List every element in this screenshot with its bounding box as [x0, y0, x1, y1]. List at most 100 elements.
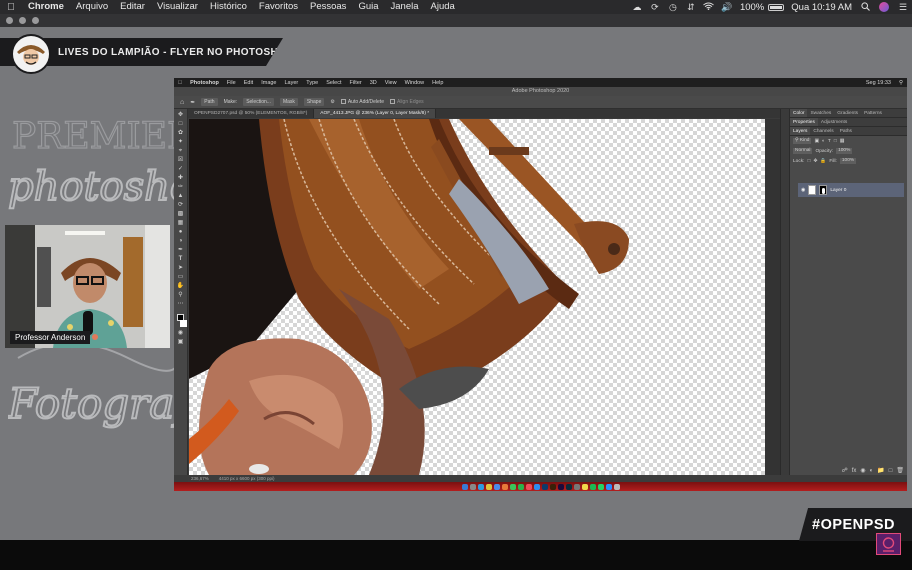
- make-shape-button[interactable]: Shape: [303, 98, 325, 106]
- zoom-app-icon[interactable]: [605, 483, 612, 490]
- background-color-swatch[interactable]: [179, 320, 187, 327]
- notes-icon[interactable]: [581, 483, 588, 490]
- hand-tool-icon[interactable]: ✋: [177, 283, 185, 289]
- photoshop-icon[interactable]: [541, 483, 548, 490]
- tab-gradients[interactable]: Gradients: [834, 109, 861, 117]
- illustrator-icon[interactable]: [549, 483, 556, 490]
- inner-menu-select[interactable]: Select: [322, 80, 345, 86]
- finder-icon[interactable]: [461, 483, 468, 490]
- app-store-icon[interactable]: [533, 483, 540, 490]
- dodge-tool-icon[interactable]: ◑: [177, 238, 185, 244]
- volume-icon[interactable]: 🔊: [718, 2, 736, 13]
- control-center-icon[interactable]: ☰: [894, 2, 912, 13]
- inner-menu-file[interactable]: File: [223, 80, 240, 86]
- battery-icon[interactable]: [768, 3, 785, 11]
- sync-icon[interactable]: ⟳: [646, 2, 664, 13]
- eyedropper-tool-icon[interactable]: ✓: [177, 166, 185, 172]
- make-mask-button[interactable]: Mask: [279, 98, 298, 106]
- layer-row[interactable]: ◉ Layer 0: [798, 183, 904, 197]
- close-window-button[interactable]: [6, 17, 13, 24]
- menu-pessoas[interactable]: Pessoas: [304, 0, 352, 14]
- opacity-field[interactable]: 100%: [836, 148, 853, 154]
- more-tools-icon[interactable]: ⋯: [177, 301, 185, 307]
- stamp-tool-icon[interactable]: ▲: [177, 193, 185, 199]
- inner-menu-3d[interactable]: 3D: [366, 80, 381, 86]
- layer-visibility-icon[interactable]: ◉: [801, 187, 805, 193]
- blur-tool-icon[interactable]: ●: [177, 229, 185, 235]
- add-mask-icon[interactable]: ◉: [860, 467, 865, 474]
- new-layer-icon[interactable]: □: [889, 468, 893, 474]
- chrome-icon[interactable]: [485, 483, 492, 490]
- inner-menu-image[interactable]: Image: [257, 80, 280, 86]
- messages-icon[interactable]: [509, 483, 516, 490]
- tab-patterns[interactable]: Patterns: [861, 109, 885, 117]
- zoom-level[interactable]: 236,67%: [191, 475, 209, 482]
- link-layers-icon[interactable]: ☍: [842, 467, 848, 474]
- layer-name[interactable]: Layer 0: [830, 188, 846, 193]
- inner-menu-type[interactable]: Type: [302, 80, 322, 86]
- apple-menu-icon[interactable]: : [0, 2, 22, 13]
- tab-color[interactable]: Color: [790, 109, 808, 117]
- screen-mode-icon[interactable]: ▣: [177, 339, 185, 345]
- lock-all-icon[interactable]: 🔒: [820, 159, 826, 164]
- menu-ajuda[interactable]: Ajuda: [425, 0, 461, 14]
- home-icon[interactable]: ⌂: [180, 99, 184, 106]
- healing-tool-icon[interactable]: ✚: [177, 175, 185, 181]
- menu-chrome[interactable]: Chrome: [22, 0, 70, 14]
- user-avatar-icon[interactable]: [879, 2, 889, 12]
- quick-select-tool-icon[interactable]: ✦: [177, 139, 185, 145]
- menu-arquivo[interactable]: Arquivo: [70, 0, 114, 14]
- settings-icon[interactable]: [573, 483, 580, 490]
- document-info[interactable]: 4410 px x 6600 px (300 ppi): [219, 475, 275, 482]
- lock-position-icon[interactable]: ✥: [813, 159, 817, 164]
- settings-gear-icon[interactable]: ⚙: [330, 99, 334, 105]
- lightroom-icon[interactable]: [565, 483, 572, 490]
- fill-field[interactable]: 100%: [839, 158, 857, 164]
- mail-icon[interactable]: [493, 483, 500, 490]
- pen-tool-button-icon[interactable]: ✒: [177, 247, 185, 253]
- inner-menu-edit[interactable]: Edit: [240, 80, 257, 86]
- lasso-tool-icon[interactable]: ✿: [177, 130, 185, 136]
- zoom-window-button[interactable]: [32, 17, 39, 24]
- filter-adjust-icon[interactable]: ◐: [822, 139, 825, 144]
- blend-mode-select[interactable]: Normal: [793, 148, 813, 154]
- inner-menu-help[interactable]: Help: [428, 80, 447, 86]
- brush-tool-icon[interactable]: ✑: [177, 184, 185, 190]
- gradient-tool-icon[interactable]: ▦: [177, 220, 185, 226]
- music-icon[interactable]: [525, 483, 532, 490]
- delete-layer-icon[interactable]: 🗑: [896, 467, 904, 474]
- tab-paths[interactable]: Paths: [837, 127, 855, 135]
- filter-type-icon[interactable]: T: [828, 139, 831, 144]
- frame-tool-icon[interactable]: ☒: [177, 157, 185, 163]
- tab-swatches[interactable]: Swatches: [807, 109, 834, 117]
- inner-menu-filter[interactable]: Filter: [346, 80, 366, 86]
- filter-shape-icon[interactable]: □: [834, 139, 837, 144]
- minimize-window-button[interactable]: [19, 17, 26, 24]
- clock[interactable]: Qua 10:19 AM: [787, 2, 856, 13]
- whatsapp-icon[interactable]: [597, 483, 604, 490]
- tab-adjustments[interactable]: Adjustments: [818, 118, 850, 126]
- wifi-icon[interactable]: [700, 2, 718, 12]
- premiere-icon[interactable]: [557, 483, 564, 490]
- path-select-tool-icon[interactable]: ➤: [177, 265, 185, 271]
- eraser-tool-icon[interactable]: ▩: [177, 211, 185, 217]
- inner-menu-view[interactable]: View: [381, 80, 401, 86]
- photos-icon[interactable]: [501, 483, 508, 490]
- align-edges-checkbox[interactable]: Align Edges: [389, 99, 424, 105]
- layer-mask-thumbnail[interactable]: [819, 185, 828, 195]
- inner-apple-icon[interactable]: : [174, 80, 186, 86]
- facetime-icon[interactable]: [517, 483, 524, 490]
- new-group-icon[interactable]: 📁: [877, 467, 884, 474]
- launchpad-icon[interactable]: [469, 483, 476, 490]
- pen-tool-icon[interactable]: ✒: [190, 99, 195, 106]
- tab-properties[interactable]: Properties: [790, 118, 818, 126]
- inner-menu-photoshop[interactable]: Photoshop: [186, 80, 223, 86]
- menu-favoritos[interactable]: Favoritos: [253, 0, 304, 14]
- time-machine-icon[interactable]: ◷: [664, 2, 682, 13]
- tab-layers[interactable]: Layers: [790, 127, 811, 135]
- layer-kind-filter[interactable]: ⚲ Kind: [793, 138, 812, 144]
- shape-tool-icon[interactable]: ▭: [177, 274, 185, 280]
- auto-add-delete-checkbox[interactable]: Auto Add/Delete: [340, 99, 384, 105]
- tab-channels[interactable]: Channels: [810, 127, 836, 135]
- menu-visualizar[interactable]: Visualizar: [151, 0, 204, 14]
